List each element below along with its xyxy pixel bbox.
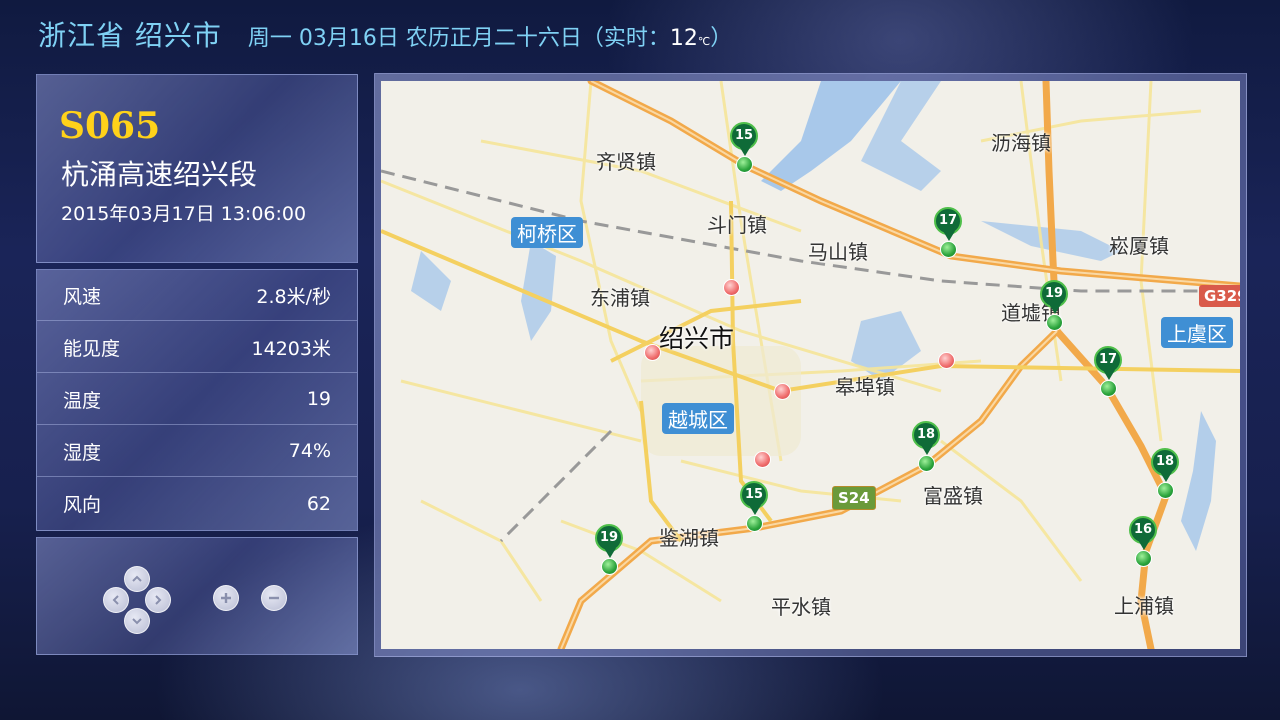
stat-row-temperature: 温度 19: [37, 374, 357, 425]
place-label: 鉴湖镇: [659, 526, 719, 550]
place-label: 上浦镇: [1114, 594, 1174, 618]
station-marker[interactable]: 15: [730, 122, 760, 176]
district-label: 柯桥区: [511, 217, 583, 248]
district-label: 上虞区: [1161, 317, 1233, 348]
highway-shield: G329: [1199, 285, 1240, 307]
incident-marker[interactable]: [723, 279, 740, 296]
place-label: 斗门镇: [707, 213, 767, 237]
realtime-prefix: （实时：: [581, 26, 670, 51]
place-label: 东浦镇: [590, 286, 650, 310]
station-marker[interactable]: 19: [595, 524, 625, 578]
place-label: 齐贤镇: [596, 150, 656, 174]
stat-value: 14203米: [251, 337, 331, 360]
place-label: 平水镇: [771, 595, 831, 619]
place-label: 崧厦镇: [1109, 234, 1169, 258]
map-controls-panel: [36, 537, 358, 655]
stats-panel: 风速 2.8米/秒 能见度 14203米 温度 19 湿度 74% 风向 62: [36, 269, 358, 531]
station-code: S065: [59, 105, 161, 147]
arrow-up-icon: [132, 575, 142, 582]
station-marker[interactable]: 18: [912, 421, 942, 475]
stat-label: 风速: [63, 285, 102, 308]
station-marker[interactable]: 15: [740, 481, 770, 535]
incident-marker[interactable]: [754, 451, 771, 468]
stat-value: 19: [306, 388, 331, 410]
zoom-out-icon: [269, 596, 279, 600]
arrow-down-icon: [132, 618, 142, 625]
pan-down-button[interactable]: [124, 608, 150, 634]
zoom-out-button[interactable]: [261, 585, 287, 611]
arrow-right-icon: [155, 595, 162, 605]
station-timestamp: 2015年03月17日 13:06:00: [61, 203, 307, 225]
station-marker[interactable]: 18: [1151, 448, 1181, 502]
map-view[interactable]: 齐贤镇 沥海镇 斗门镇 马山镇 崧厦镇 东浦镇 道墟镇 皋埠镇 富盛镇 鉴湖镇 …: [381, 81, 1240, 649]
place-label: 皋埠镇: [835, 375, 895, 399]
station-marker[interactable]: 17: [1094, 346, 1124, 400]
incident-marker[interactable]: [644, 344, 661, 361]
stat-row-visibility: 能见度 14203米: [37, 322, 357, 373]
stat-label: 温度: [63, 389, 102, 412]
city-label: 绍兴市: [659, 324, 735, 353]
location-title: 浙江省 绍兴市: [38, 19, 222, 52]
arrow-left-icon: [112, 595, 119, 605]
stat-label: 风向: [63, 494, 102, 516]
station-marker[interactable]: 17: [934, 207, 964, 261]
road-name: 杭涌高速绍兴段: [61, 158, 258, 191]
zoom-in-icon: [221, 593, 231, 603]
temperature-unit: ℃: [697, 35, 711, 48]
stat-value: 62: [306, 492, 331, 515]
station-marker[interactable]: 19: [1040, 280, 1070, 334]
header: 浙江省 绍兴市 周一 03月16日 农历正月二十六日 （实时： 12 ℃ ）: [38, 14, 732, 54]
stat-row-wind-direction: 风向 62: [37, 478, 357, 529]
temperature-value: 12: [669, 26, 698, 51]
place-label: 沥海镇: [991, 131, 1051, 155]
zoom-in-button[interactable]: [213, 585, 239, 611]
district-label: 越城区: [662, 403, 734, 434]
place-label: 马山镇: [808, 240, 868, 264]
stat-row-wind-speed: 风速 2.8米/秒: [37, 270, 357, 321]
stat-value: 74%: [288, 440, 331, 462]
incident-marker[interactable]: [938, 352, 955, 369]
place-label: 富盛镇: [923, 484, 983, 508]
incident-marker[interactable]: [774, 383, 791, 400]
date-text: 周一 03月16日 农历正月二十六日: [247, 26, 582, 51]
pan-up-button[interactable]: [124, 566, 150, 592]
realtime-suffix: ）: [710, 26, 733, 51]
pan-dpad: [103, 566, 171, 634]
stat-label: 能见度: [63, 337, 121, 360]
highway-shield: S24: [832, 486, 876, 510]
stat-label: 湿度: [63, 441, 102, 464]
pan-left-button[interactable]: [103, 587, 129, 613]
station-marker[interactable]: 16: [1129, 516, 1159, 570]
stat-row-humidity: 湿度 74%: [37, 426, 357, 477]
pan-right-button[interactable]: [145, 587, 171, 613]
stat-value: 2.8米/秒: [256, 285, 331, 308]
station-panel: S065 杭涌高速绍兴段 2015年03月17日 13:06:00: [36, 74, 358, 263]
